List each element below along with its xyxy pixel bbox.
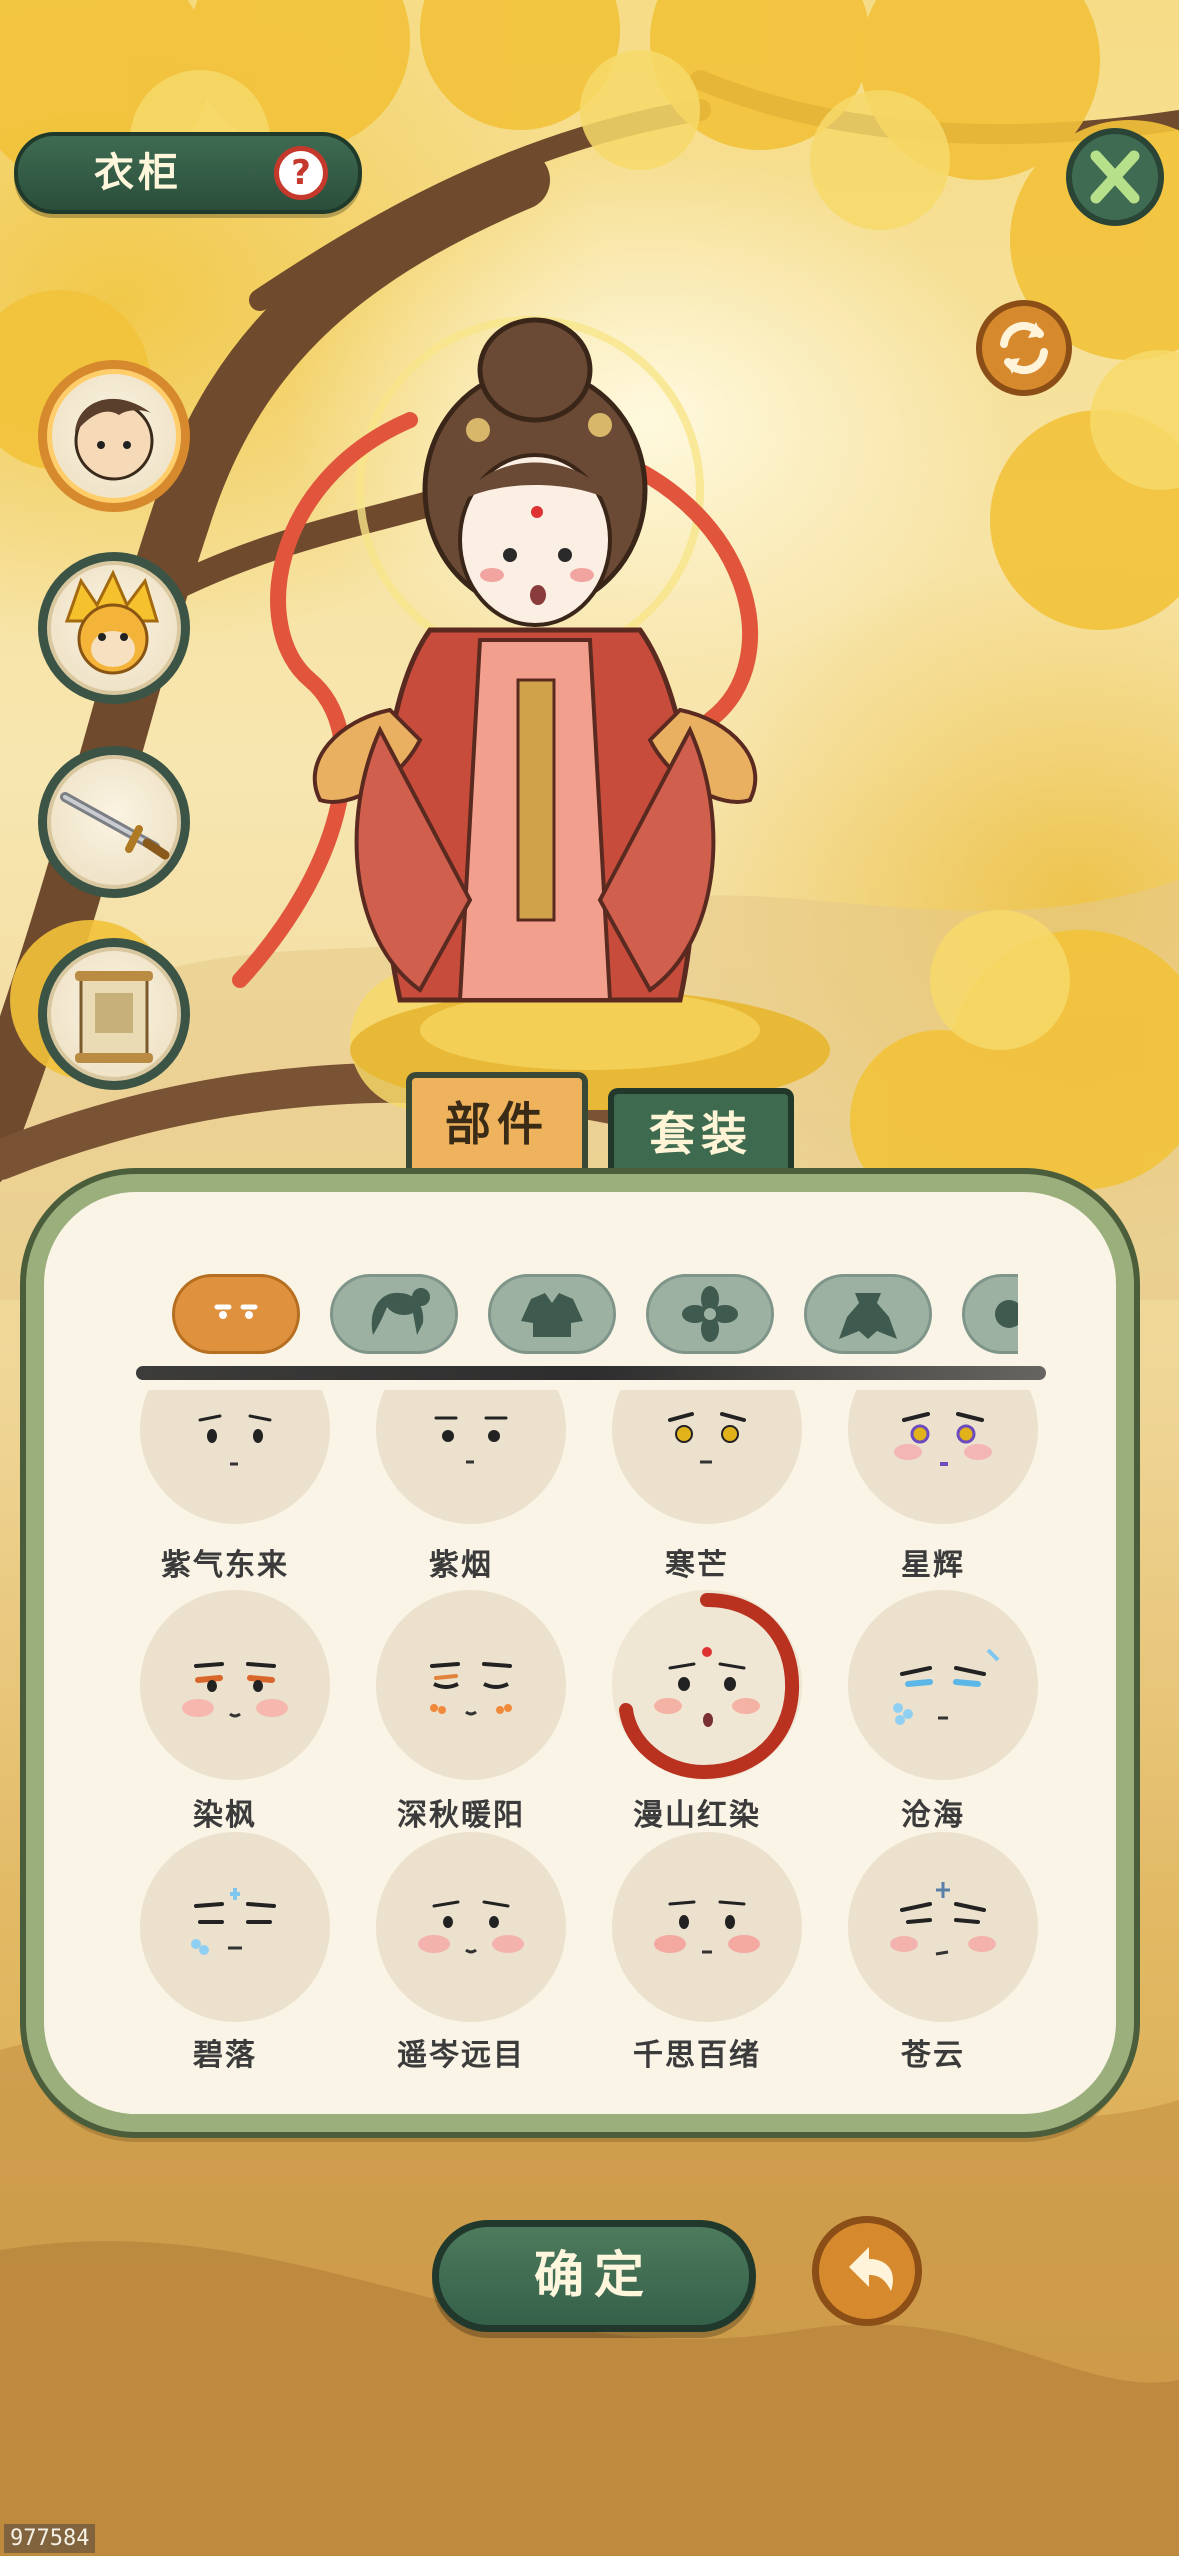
category-accessory[interactable] (646, 1274, 774, 1354)
undo-button[interactable] (812, 2216, 922, 2326)
monkey-king-portrait-icon (64, 569, 160, 675)
more-icon (995, 1300, 1018, 1328)
face-portrait-icon (198, 1414, 272, 1466)
face-option[interactable] (376, 1832, 566, 2022)
face-label: 千思百绪 (633, 2038, 761, 2070)
face-label: 紫气东来 (161, 1548, 289, 1583)
refresh-button[interactable] (976, 300, 1072, 396)
face-option-selected[interactable] (612, 1590, 802, 1780)
face-option[interactable] (140, 1590, 330, 1780)
face-label: 碧落 (193, 2038, 257, 2070)
confirm-button[interactable]: 确定 (432, 2220, 756, 2332)
face-label: 紫烟 (429, 1548, 493, 1583)
category-mantle[interactable] (804, 1274, 932, 1354)
face-label: 寒芒 (665, 1548, 729, 1583)
face-portrait-icon (890, 1882, 996, 1956)
category-hair[interactable] (330, 1274, 458, 1354)
refresh-icon (1000, 321, 1048, 375)
face-label: 染枫 (193, 1798, 257, 1833)
face-label: 星辉 (901, 1548, 965, 1583)
watermark: 977584 (4, 2524, 96, 2553)
category-face[interactable] (172, 1274, 300, 1354)
face-option[interactable] (140, 1832, 330, 2022)
face-label: 深秋暖阳 (397, 1798, 525, 1833)
face-portrait-icon (191, 1888, 276, 1955)
face-label: 漫山红染 (633, 1798, 761, 1833)
slot-weapon[interactable] (38, 746, 190, 898)
face-option[interactable] (612, 1390, 802, 1524)
scroll-icon (75, 971, 153, 1063)
face-option[interactable] (376, 1590, 566, 1780)
slot-scroll[interactable] (38, 938, 190, 1090)
category-divider (136, 1366, 1046, 1380)
tab-sets[interactable]: 套装 (608, 1088, 794, 1180)
help-icon[interactable]: ? (274, 146, 328, 200)
hero-portrait-icon (74, 398, 154, 481)
character-preview (232, 316, 758, 1003)
face-portrait-icon (654, 1900, 760, 1954)
category-more[interactable] (962, 1274, 1018, 1354)
face-portrait-icon (434, 1416, 508, 1464)
slot-hero[interactable] (38, 360, 190, 512)
tab-parts[interactable]: 部件 (406, 1072, 588, 1180)
mantle-icon (839, 1293, 897, 1339)
face-portrait-icon (894, 1412, 992, 1466)
face-grid: 紫气东来 紫烟 寒芒 星辉 染枫 深秋暖阳 漫山红染 沧海 碧落 遥岑远目 千思… (110, 1390, 1070, 2070)
title-pill: 衣柜 ? (14, 132, 362, 214)
face-label: 苍云 (901, 2038, 965, 2070)
face-option[interactable] (612, 1832, 802, 2022)
category-more-clip (962, 1274, 1018, 1354)
face-icon (214, 1304, 258, 1319)
face-portrait-icon (893, 1648, 1000, 1725)
wardrobe-scene: 衣柜 ? 部件 套装 紫气东来 紫烟 寒芒 星辉 染枫 深秋暖阳 漫山红染 沧海… (0, 0, 1179, 2556)
face-portrait-icon (430, 1662, 512, 1716)
face-option[interactable] (848, 1590, 1038, 1780)
face-option[interactable] (376, 1390, 566, 1524)
face-option[interactable] (140, 1390, 330, 1524)
slot-monkey-king[interactable] (38, 552, 190, 704)
face-label: 遥岑远目 (397, 2038, 525, 2070)
sword-icon (60, 792, 170, 860)
face-portrait-icon (418, 1900, 524, 1954)
close-icon (1090, 150, 1140, 204)
page-title: 衣柜 (94, 149, 182, 196)
face-label: 沧海 (901, 1798, 965, 1833)
flower-accessory-icon (682, 1286, 738, 1342)
hair-icon (371, 1288, 430, 1335)
clothing-icon (521, 1293, 583, 1337)
face-option[interactable] (848, 1832, 1038, 2022)
face-option[interactable] (848, 1390, 1038, 1524)
face-portrait-icon (668, 1412, 746, 1464)
category-clothing[interactable] (488, 1274, 616, 1354)
undo-icon (849, 2247, 893, 2291)
close-button[interactable] (1066, 128, 1164, 226)
face-portrait-icon (619, 1593, 800, 1780)
face-portrait-icon (182, 1662, 288, 1718)
